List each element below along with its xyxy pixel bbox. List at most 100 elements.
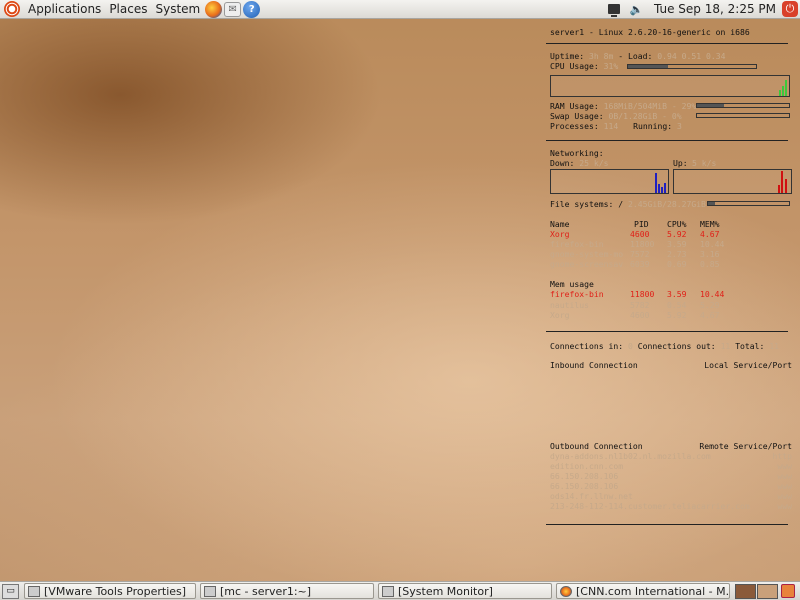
process-row: gnome-system-mo 7572 2.73 3.16 xyxy=(550,249,792,259)
process-row: gnome-screensav 6039 0.69 0.85 xyxy=(550,259,792,269)
process-pid: 6039 xyxy=(630,259,650,270)
down-graph-spike xyxy=(658,183,660,193)
process-pid: 4600 xyxy=(630,309,650,320)
process-mem: 10.44 xyxy=(700,239,725,250)
processes-label: Processes: xyxy=(550,121,599,132)
mail-launcher-icon[interactable]: ✉ xyxy=(224,1,242,17)
local-port-label: Local Service/Port xyxy=(704,359,792,370)
divider xyxy=(546,43,788,45)
process-row: firefox-bin 11800 3.59 10.44 xyxy=(550,239,792,249)
system-monitor-icon xyxy=(382,585,394,597)
process-row: Xorg 4600 5.92 4.67 xyxy=(550,229,792,239)
process-name: gnome-screensav xyxy=(550,259,624,270)
applications-menu[interactable]: Applications xyxy=(24,0,105,19)
cpu-graph-spike xyxy=(785,80,787,97)
divider xyxy=(546,139,788,141)
clock[interactable]: Tue Sep 18, 2:25 PM xyxy=(648,2,782,16)
process-name: gnome-system-mo xyxy=(550,249,624,260)
cpu-bar xyxy=(627,64,758,70)
uptime-value: 3h 8m xyxy=(589,51,614,62)
process-mem: 3.16 xyxy=(700,249,720,260)
ubuntu-logo-icon[interactable] xyxy=(4,1,20,17)
process-mem: 4.67 xyxy=(700,309,720,320)
process-pid: 5782 xyxy=(630,299,650,310)
process-name: nautilus xyxy=(550,299,589,310)
cpu-graph-spike xyxy=(782,86,784,97)
up-value: 5 k/s xyxy=(692,157,717,168)
cpu-row: CPU Usage: 31% xyxy=(550,61,792,71)
processes-row: Processes: 114 Running: 3 xyxy=(550,121,792,131)
system-menu[interactable]: System xyxy=(151,0,204,19)
col-name-header: Name xyxy=(550,218,570,229)
top-panel: Applications Places System ✉ ? 🔈 Tue Sep… xyxy=(0,0,800,19)
process-mem: 4.67 xyxy=(700,228,720,239)
swap-row: Swap Usage: 0B/1.28GiB - 0% xyxy=(550,111,792,121)
outbound-label: Outbound Connection xyxy=(550,440,643,451)
up-label: Up: xyxy=(673,157,688,168)
process-name: Xorg xyxy=(550,309,570,320)
divider xyxy=(546,330,788,332)
trash-icon[interactable] xyxy=(781,584,795,598)
fs-label: File systems: / xyxy=(550,198,624,209)
task-system-monitor[interactable]: [System Monitor] xyxy=(378,583,552,599)
outbound-row: 66.150.208.106 www xyxy=(550,471,792,481)
task-vmware-tools[interactable]: [VMware Tools Properties] xyxy=(24,583,196,599)
system-header: server1 - Linux 2.6.20-16-generic on i68… xyxy=(550,27,750,37)
process-name: firefox-bin xyxy=(550,239,604,250)
places-menu[interactable]: Places xyxy=(105,0,151,19)
uptime-row: Uptime: 3h 8m - Load: 0.94 0.51 0.34 xyxy=(550,51,792,61)
outbound-host: edition.cnn.com xyxy=(550,461,624,472)
load-label: - Load: xyxy=(618,51,653,62)
process-name: firefox-bin xyxy=(550,289,604,300)
volume-icon[interactable]: 🔈 xyxy=(629,2,644,16)
process-cpu: 3.59 xyxy=(667,239,687,250)
inbound-label: Inbound Connection xyxy=(550,359,638,370)
col-pid-header: PID xyxy=(634,218,649,229)
swap-bar xyxy=(696,113,790,119)
swap-label: Swap Usage: xyxy=(550,111,604,122)
process-mem: 0.85 xyxy=(700,259,720,270)
networking-label: Networking: xyxy=(550,147,604,158)
down-graph-spike xyxy=(655,172,657,193)
outbound-host: 66.150.208.106 xyxy=(550,481,619,492)
firefox-launcher-icon[interactable] xyxy=(205,0,223,18)
connections-row: Connections in: 0 Connections out: 11 To… xyxy=(550,341,792,351)
outbound-port: www xyxy=(777,501,792,512)
task-label: [mc - server1:~] xyxy=(220,584,312,598)
outbound-port: www xyxy=(777,491,792,502)
help-launcher-icon[interactable]: ? xyxy=(243,0,261,18)
down-value: 25 k/s xyxy=(579,157,609,168)
conky-monitor: server1 - Linux 2.6.20-16-generic on i68… xyxy=(546,22,793,532)
process-mem: 5.29 xyxy=(700,299,720,310)
swap-value: 0B/1.28GiB - 0% xyxy=(608,111,682,122)
upload-graph xyxy=(673,168,792,194)
task-firefox[interactable]: [CNN.com International - M... xyxy=(556,583,730,599)
terminal-icon xyxy=(204,585,216,597)
power-icon[interactable]: ⏻ xyxy=(782,1,798,17)
network-speed-row: Down: 25 k/s Up: 5 k/s xyxy=(550,158,792,168)
task-terminal[interactable]: [mc - server1:~] xyxy=(200,583,374,599)
process-cpu: 5.92 xyxy=(667,228,687,239)
remote-port-label: Remote Service/Port xyxy=(699,440,792,451)
task-label: [CNN.com International - M... xyxy=(576,584,730,598)
col-mem-header: MEM% xyxy=(700,218,720,229)
workspace-2[interactable] xyxy=(757,583,778,599)
outbound-port: www xyxy=(777,481,792,492)
outbound-row: 66.150.208.106 www xyxy=(550,481,792,491)
outbound-port: www xyxy=(777,461,792,472)
workspace-1[interactable] xyxy=(735,583,756,599)
network-status-icon[interactable] xyxy=(606,2,621,17)
fs-value: 2.45GiB/28.27GiB xyxy=(627,198,706,209)
task-label: [System Monitor] xyxy=(398,584,493,598)
outbound-host: dyna-addons.nl1b02.nl.mozilla.com xyxy=(550,450,711,461)
col-cpu-header: CPU% xyxy=(667,218,687,229)
conn-out-label: Connections out: xyxy=(637,340,716,351)
outbound-port: http xyxy=(772,450,793,461)
task-label: [VMware Tools Properties] xyxy=(44,584,187,598)
show-desktop-icon[interactable]: ▭ xyxy=(2,583,19,599)
ram-row: RAM Usage: 168MiB/504MiB - 29% xyxy=(550,101,792,111)
ram-value: 168MiB/504MiB - 29% xyxy=(603,101,697,112)
process-cpu: 3.59 xyxy=(667,289,687,300)
conn-in-label: Connections in: xyxy=(550,340,624,351)
processes-value: 114 xyxy=(603,121,619,132)
